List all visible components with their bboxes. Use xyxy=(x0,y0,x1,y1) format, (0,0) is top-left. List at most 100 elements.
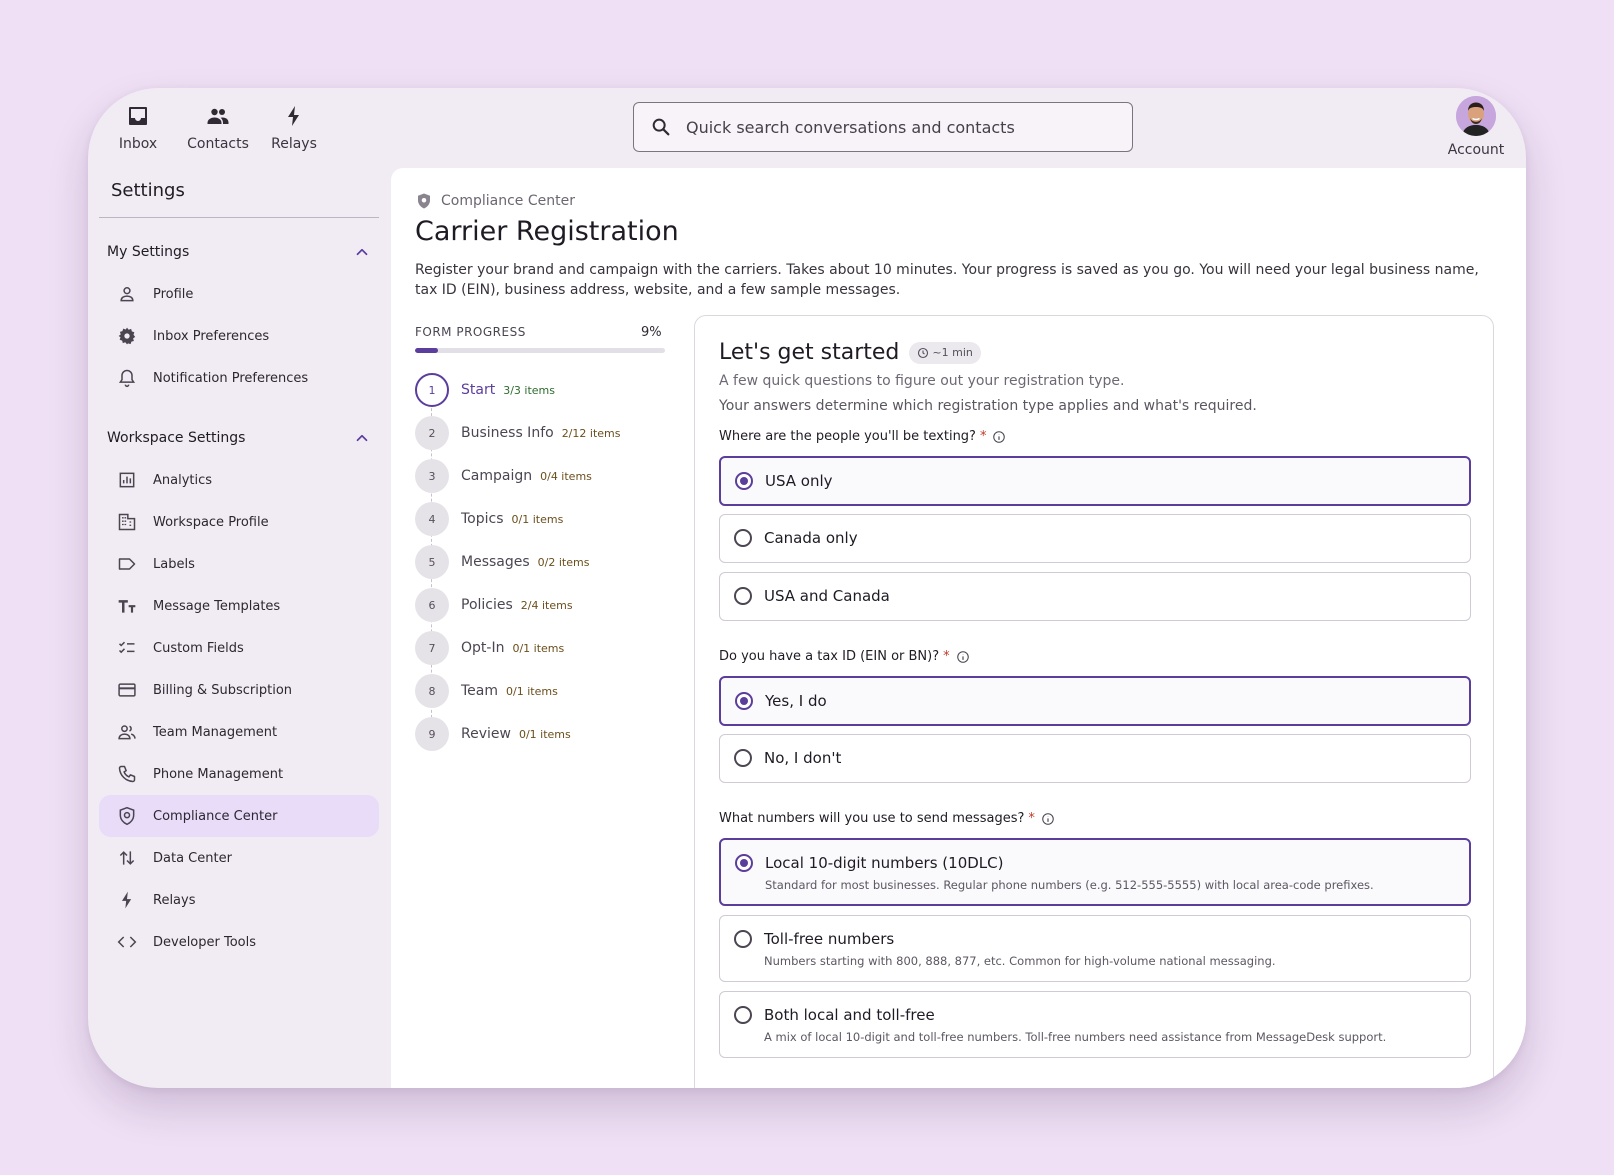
form-heading: Let's get started ~1 min xyxy=(719,340,981,365)
checklist-icon xyxy=(118,641,135,654)
sidebar-item-phone-management[interactable]: Phone Management xyxy=(99,753,379,795)
step-team[interactable]: 8 Team 0/1 items xyxy=(415,674,675,708)
radio-button[interactable] xyxy=(735,692,753,710)
nav-contacts[interactable]: Contacts xyxy=(176,102,260,162)
option-no-tax-id[interactable]: No, I don't xyxy=(719,734,1471,783)
info-icon xyxy=(956,650,969,663)
avatar[interactable] xyxy=(1456,96,1496,136)
option-local-10dlc[interactable]: Local 10-digit numbers (10DLC) Standard … xyxy=(719,838,1471,906)
sidebar-item-data-center[interactable]: Data Center xyxy=(99,837,379,879)
required-mark: * xyxy=(1028,811,1035,826)
step-messages[interactable]: 5 Messages 0/2 items xyxy=(415,545,675,579)
step-name: Team xyxy=(461,683,499,699)
step-name: Topics xyxy=(461,511,504,527)
option-label: USA only xyxy=(765,472,833,490)
settings-sidebar: Settings My Settings Profile Inbox Prefe… xyxy=(99,168,379,1088)
building-icon xyxy=(118,513,136,531)
option-description: A mix of local 10-digit and toll-free nu… xyxy=(764,1030,1387,1044)
label-icon xyxy=(118,558,136,570)
form-card: Let's get started ~1 min A few quick que… xyxy=(694,315,1494,1088)
sidebar-item-label: Developer Tools xyxy=(153,934,257,950)
sidebar-item-label: Billing & Subscription xyxy=(153,682,293,698)
radio-button[interactable] xyxy=(735,472,753,490)
search-box[interactable] xyxy=(633,102,1133,152)
radio-button[interactable] xyxy=(734,1006,752,1024)
form-title: Let's get started xyxy=(719,340,900,365)
sidebar-item-label: Data Center xyxy=(153,850,232,866)
radio-button[interactable] xyxy=(735,854,753,872)
step-count: 0/4 items xyxy=(540,469,592,483)
question-tax-id: Do you have a tax ID (EIN or BN)? * xyxy=(719,649,970,664)
search-input[interactable] xyxy=(686,117,1106,137)
step-number: 5 xyxy=(415,545,449,579)
sidebar-item-label: Inbox Preferences xyxy=(153,328,270,344)
option-label: USA and Canada xyxy=(764,587,890,605)
account-menu[interactable]: Account xyxy=(1436,96,1516,162)
question-label: Where are the people you'll be texting? xyxy=(719,429,976,444)
sidebar-item-custom-fields[interactable]: Custom Fields xyxy=(99,627,379,669)
option-toll-free[interactable]: Toll-free numbers Numbers starting with … xyxy=(719,915,1471,982)
sidebar-item-relays[interactable]: Relays xyxy=(99,879,379,921)
option-description: Numbers starting with 800, 888, 877, etc… xyxy=(764,954,1276,968)
analytics-icon xyxy=(119,472,135,488)
form-note: Your answers determine which registratio… xyxy=(719,398,1257,414)
step-number: 9 xyxy=(415,717,449,751)
question-texting-region: Where are the people you'll be texting? … xyxy=(719,429,1006,444)
option-usa-only[interactable]: USA only xyxy=(719,456,1471,506)
sidebar-item-inbox-preferences[interactable]: Inbox Preferences xyxy=(99,315,379,357)
option-both-local-and-toll-free[interactable]: Both local and toll-free A mix of local … xyxy=(719,991,1471,1058)
radio-button[interactable] xyxy=(734,749,752,767)
info-icon xyxy=(1042,812,1054,825)
step-policies[interactable]: 6 Policies 2/4 items xyxy=(415,588,675,622)
sidebar-item-message-templates[interactable]: Message Templates xyxy=(99,585,379,627)
sidebar-item-compliance-center[interactable]: Compliance Center xyxy=(99,795,379,837)
step-topics[interactable]: 4 Topics 0/1 items xyxy=(415,502,675,536)
sidebar-item-label: Labels xyxy=(153,556,195,572)
option-yes-tax-id[interactable]: Yes, I do xyxy=(719,676,1471,726)
sidebar-item-developer-tools[interactable]: Developer Tools xyxy=(99,921,379,963)
sidebar-item-label: Workspace Profile xyxy=(153,514,269,530)
step-number: 1 xyxy=(415,373,449,407)
credit-card-icon xyxy=(118,683,136,697)
option-label: Toll-free numbers xyxy=(764,930,895,948)
phone-icon xyxy=(118,765,136,783)
option-label: Canada only xyxy=(764,529,858,547)
step-name: Start xyxy=(461,382,496,398)
import-export-icon xyxy=(119,851,135,865)
search-icon xyxy=(652,118,670,136)
step-start[interactable]: 1 Start 3/3 items xyxy=(415,373,675,407)
sidebar-item-notification-preferences[interactable]: Notification Preferences xyxy=(99,357,379,399)
step-opt-in[interactable]: 7 Opt-In 0/1 items xyxy=(415,631,675,665)
radio-button[interactable] xyxy=(734,930,752,948)
radio-button[interactable] xyxy=(734,587,752,605)
section-my-settings-label: My Settings xyxy=(107,244,190,260)
progress-bar-fill xyxy=(415,348,438,353)
step-number: 4 xyxy=(415,502,449,536)
sidebar-item-workspace-profile[interactable]: Workspace Profile xyxy=(99,501,379,543)
step-campaign[interactable]: 3 Campaign 0/4 items xyxy=(415,459,675,493)
radio-button[interactable] xyxy=(734,529,752,547)
step-count: 0/1 items xyxy=(512,641,565,655)
sidebar-item-labels[interactable]: Labels xyxy=(99,543,379,585)
nav-relays[interactable]: Relays xyxy=(252,102,336,162)
sidebar-item-billing[interactable]: Billing & Subscription xyxy=(99,669,379,711)
step-number: 2 xyxy=(415,416,449,450)
option-description: Standard for most businesses. Regular ph… xyxy=(765,878,1374,892)
inbox-icon xyxy=(129,107,147,125)
sidebar-item-analytics[interactable]: Analytics xyxy=(99,459,379,501)
step-count: 0/1 items xyxy=(511,512,564,526)
section-workspace-settings[interactable]: Workspace Settings xyxy=(99,426,379,450)
option-canada-only[interactable]: Canada only xyxy=(719,514,1471,563)
option-usa-and-canada[interactable]: USA and Canada xyxy=(719,572,1471,621)
required-mark: * xyxy=(979,429,987,444)
required-mark: * xyxy=(943,649,950,664)
sidebar-item-team-management[interactable]: Team Management xyxy=(99,711,379,753)
step-review[interactable]: 9 Review 0/1 items xyxy=(415,717,675,751)
nav-inbox[interactable]: Inbox xyxy=(96,102,180,162)
option-label: Both local and toll-free xyxy=(764,1006,935,1024)
step-count: 0/2 items xyxy=(537,555,590,569)
sidebar-item-profile[interactable]: Profile xyxy=(99,273,379,315)
section-my-settings[interactable]: My Settings xyxy=(99,240,379,264)
sidebar-item-label: Phone Management xyxy=(153,766,284,782)
step-business-info[interactable]: 2 Business Info 2/12 items xyxy=(415,416,675,450)
